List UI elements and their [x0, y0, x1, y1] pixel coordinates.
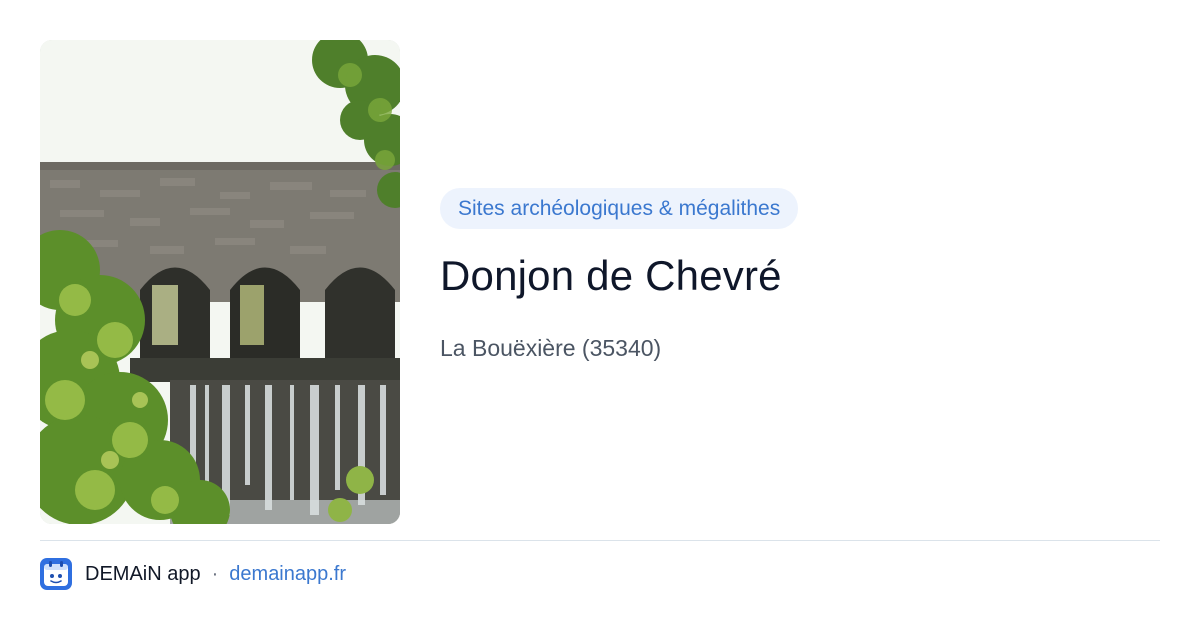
footer-separator: ·: [211, 562, 219, 585]
site-photo: [40, 40, 400, 524]
site-info: Sites archéologiques & mégalithes Donjon…: [440, 188, 1160, 363]
demain-app-icon: [40, 558, 72, 590]
category-badge[interactable]: Sites archéologiques & mégalithes: [440, 188, 799, 229]
site-location: La Bouëxière (35340): [440, 335, 662, 361]
app-website-link[interactable]: demainapp.fr: [229, 563, 346, 586]
share-card: Sites archéologiques & mégalithes Donjon…: [0, 0, 1200, 630]
site-title: Donjon de Chevré: [440, 252, 782, 299]
site-photo-illustration: [40, 40, 400, 524]
footer-divider: [40, 540, 1160, 541]
app-name: DEMAiN app: [85, 562, 201, 585]
footer: DEMAiN app · demainapp.fr: [40, 558, 346, 590]
